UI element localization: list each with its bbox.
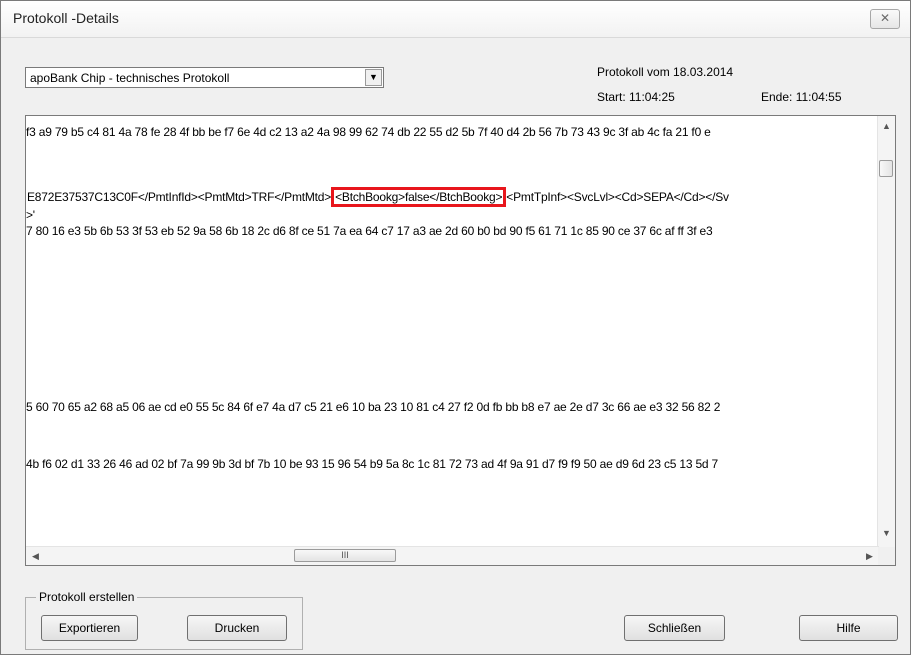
start-time: Start: 11:04:25 bbox=[597, 90, 675, 104]
log-line2-after: <PmtTpInf><SvcLvl><Cd>SEPA</Cd></Sv bbox=[506, 190, 729, 204]
highlight-batch-booking: <BtchBookg>false</BtchBookg> bbox=[331, 187, 507, 207]
log-line: f3 a9 79 b5 c4 81 4a 78 fe 28 4f bb be f… bbox=[26, 125, 711, 139]
log-content: f3 a9 79 b5 c4 81 4a 78 fe 28 4f bb be f… bbox=[26, 116, 879, 547]
scroll-grip-icon: III bbox=[341, 550, 349, 560]
protocol-type-select[interactable]: apoBank Chip - technisches Protokoll ▼ bbox=[25, 67, 384, 88]
scroll-right-icon[interactable]: ▶ bbox=[866, 551, 873, 561]
close-icon: ✕ bbox=[879, 11, 891, 25]
scrollbar-corner bbox=[878, 547, 895, 565]
export-button[interactable]: Exportieren bbox=[41, 615, 138, 641]
dropdown-button[interactable]: ▼ bbox=[365, 69, 382, 86]
log-line-highlighted: E872E37537C13C0F</PmtInfId><PmtMtd>TRF</… bbox=[27, 187, 729, 207]
protocol-date: Protokoll vom 18.03.2014 bbox=[597, 65, 734, 79]
vertical-scroll-thumb[interactable] bbox=[879, 160, 893, 177]
log-line: 5 60 70 65 a2 68 a5 06 ae cd e0 55 5c 84… bbox=[26, 400, 721, 414]
vertical-scrollbar[interactable]: ▲ ▼ bbox=[877, 116, 895, 547]
help-button[interactable]: Hilfe bbox=[799, 615, 898, 641]
protocol-log-textarea[interactable]: f3 a9 79 b5 c4 81 4a 78 fe 28 4f bb be f… bbox=[25, 115, 896, 566]
scroll-up-icon[interactable]: ▲ bbox=[882, 121, 891, 131]
chevron-down-icon: ▼ bbox=[369, 72, 378, 82]
group-label: Protokoll erstellen bbox=[36, 590, 138, 604]
log-line: 7 80 16 e3 5b 6b 53 3f 53 eb 52 9a 58 6b… bbox=[26, 224, 713, 238]
window-title: Protokoll -Details bbox=[13, 10, 119, 26]
scroll-down-icon[interactable]: ▼ bbox=[882, 528, 891, 538]
protocol-details-window: Protokoll -Details ✕ apoBank Chip - tech… bbox=[0, 0, 911, 655]
print-button[interactable]: Drucken bbox=[187, 615, 287, 641]
log-line: 4b f6 02 d1 33 26 46 ad 02 bf 7a 99 9b 3… bbox=[26, 457, 719, 471]
horizontal-scroll-thumb[interactable]: III bbox=[294, 549, 396, 562]
end-time: Ende: 11:04:55 bbox=[761, 90, 842, 104]
protocol-type-value: apoBank Chip - technisches Protokoll bbox=[30, 71, 230, 85]
scroll-left-icon[interactable]: ◀ bbox=[32, 551, 39, 561]
log-line: >' bbox=[26, 208, 35, 222]
close-button[interactable]: Schließen bbox=[624, 615, 725, 641]
log-line2-before: E872E37537C13C0F</PmtInfId><PmtMtd>TRF</… bbox=[27, 190, 332, 204]
close-window-button[interactable]: ✕ bbox=[870, 9, 900, 29]
horizontal-scrollbar[interactable]: ◀ III ▶ bbox=[26, 546, 879, 565]
title-bar: Protokoll -Details ✕ bbox=[1, 1, 910, 38]
